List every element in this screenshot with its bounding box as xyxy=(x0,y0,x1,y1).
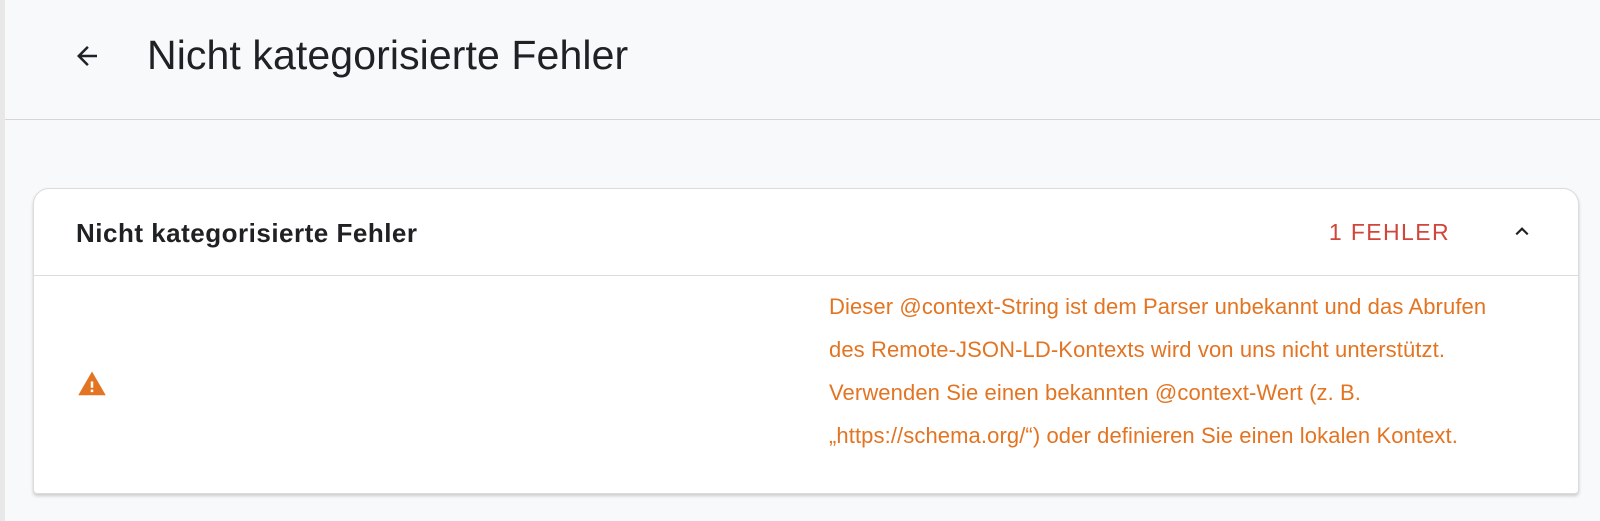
page-header: Nicht kategorisierte Fehler xyxy=(5,0,1600,120)
arrow-back-icon xyxy=(77,46,97,66)
card-title: Nicht kategorisierte Fehler xyxy=(76,218,418,248)
back-button[interactable] xyxy=(67,36,107,76)
collapse-button[interactable] xyxy=(1504,214,1540,250)
card-header-toggle[interactable]: Nicht kategorisierte Fehler 1 FEHLER xyxy=(34,189,1578,276)
error-count-badge: 1 FEHLER xyxy=(1328,219,1450,245)
warning-icon xyxy=(78,371,106,396)
page-title: Nicht kategorisierte Fehler xyxy=(147,32,629,78)
chevron-up-icon xyxy=(1515,227,1529,236)
issue-message: Dieser @context-String ist dem Parser un… xyxy=(829,294,1487,448)
error-card: Nicht kategorisierte Fehler 1 FEHLER Die… xyxy=(33,188,1579,494)
